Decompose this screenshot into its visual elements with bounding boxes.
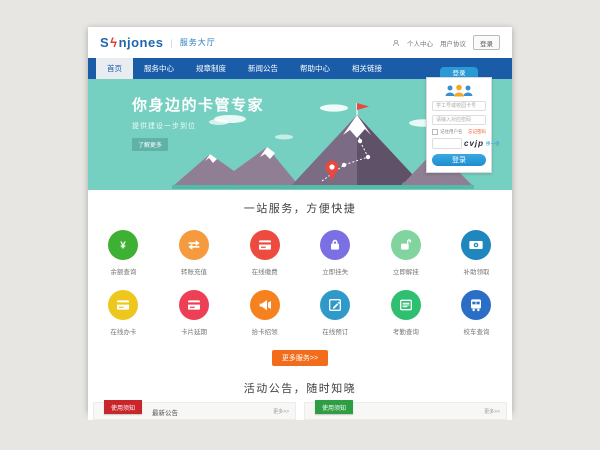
user-agreement-link[interactable]: 用户协议	[440, 38, 466, 48]
nav-item[interactable]: 规章制度	[185, 58, 237, 79]
personal-center-link[interactable]: 个人中心	[407, 38, 433, 48]
banknote-icon	[461, 230, 491, 260]
service-label: 卡片延期	[159, 326, 230, 336]
service-label: 转账充值	[159, 266, 230, 276]
service-item[interactable]: 卡片延期	[159, 282, 230, 342]
service-label: 在线预订	[300, 326, 371, 336]
forgot-password-link[interactable]: 忘记密码	[468, 129, 486, 135]
usage-notice-tab[interactable]: 使用须知	[315, 400, 353, 414]
nav-item[interactable]: 首页	[96, 58, 133, 79]
service-item[interactable]: 补助领取	[441, 222, 512, 282]
service-item[interactable]: 转账充值	[159, 222, 230, 282]
user-icon	[392, 39, 400, 47]
users-group-icon	[443, 84, 475, 97]
services-section: 一站服务，方便快捷 ¥ 余额查询转账充值在线缴费立即挂失立即解挂补助领取在线办卡卡…	[88, 190, 512, 366]
service-item[interactable]: 立即解挂	[371, 222, 442, 282]
page-container: Sϟnjones | 服务大厅 个人中心 用户协议 登录 首页服务中心规章制度新…	[88, 27, 512, 413]
more-services-button[interactable]: 更多服务>>	[272, 350, 328, 366]
service-item[interactable]: 拾卡招领	[229, 282, 300, 342]
synjones-logo: Sϟnjones	[100, 35, 163, 50]
announcement-column-right: 使用须知 更多>>	[304, 402, 507, 420]
hero-more-button[interactable]: 了解更多	[132, 138, 168, 151]
lightning-bolt-icon: ϟ	[110, 35, 117, 50]
services-title: 一站服务，方便快捷	[88, 200, 512, 216]
nav-item[interactable]: 服务中心	[133, 58, 185, 79]
service-item[interactable]: ¥ 余额查询	[88, 222, 159, 282]
logo-text: S	[100, 35, 109, 50]
nav-item[interactable]: 相关链接	[341, 58, 393, 79]
nav-item[interactable]: 帮助中心	[289, 58, 341, 79]
service-label: 在线办卡	[88, 326, 159, 336]
captcha-refresh-link[interactable]: 换一张	[486, 141, 500, 147]
login-submit-button[interactable]: 登录	[432, 154, 486, 166]
username-input[interactable]	[432, 101, 486, 111]
service-label: 补助领取	[441, 266, 512, 276]
captcha-image: cvjp	[464, 139, 484, 148]
service-item[interactable]: 考勤查询	[371, 282, 442, 342]
announcements-bar: 使用须知 最新公告 更多>> 使用须知 更多>>	[93, 402, 507, 420]
nav-item[interactable]: 新闻公告	[237, 58, 289, 79]
login-tab[interactable]: 登录	[440, 67, 478, 77]
logo-text: njones	[119, 35, 164, 50]
remember-row: 记住用户名 忘记密码	[432, 129, 486, 135]
service-label: 在线缴费	[229, 266, 300, 276]
service-item[interactable]: 在线办卡	[88, 282, 159, 342]
remember-checkbox[interactable]	[432, 129, 438, 135]
remember-label: 记住用户名	[440, 129, 463, 135]
service-label: 立即解挂	[371, 266, 442, 276]
service-label: 立即挂失	[300, 266, 371, 276]
service-label: 拾卡招领	[229, 326, 300, 336]
yuan-icon: ¥	[108, 230, 138, 260]
captcha-row: cvjp 换一张	[432, 138, 486, 149]
transfer-icon	[179, 230, 209, 260]
header-right: 个人中心 用户协议 登录	[392, 35, 500, 50]
list-icon	[391, 290, 421, 320]
header-divider: |	[170, 38, 172, 48]
card-icon	[108, 290, 138, 320]
usage-notice-tab[interactable]: 使用须知	[104, 400, 142, 414]
header-login-button[interactable]: 登录	[473, 35, 500, 50]
service-item[interactable]: 在线缴费	[229, 222, 300, 282]
more-link[interactable]: 更多>>	[484, 408, 500, 415]
service-label: 考勤查询	[371, 326, 442, 336]
header: Sϟnjones | 服务大厅 个人中心 用户协议 登录	[88, 27, 512, 58]
lock-icon	[320, 230, 350, 260]
svg-text:¥: ¥	[121, 241, 127, 252]
unlock-icon	[391, 230, 421, 260]
hero-title: 你身边的卡管专家	[132, 94, 264, 115]
megaphone-icon	[250, 290, 280, 320]
service-item[interactable]: 立即挂失	[300, 222, 371, 282]
login-panel: 登录 记住用户名 忘记密码 cvjp 换一张 登录	[426, 67, 492, 173]
service-label: 校车查询	[441, 326, 512, 336]
hero-text: 你身边的卡管专家 提供建设一步到位 了解更多	[132, 94, 264, 152]
service-label: 余额查询	[88, 266, 159, 276]
announcements-section: 活动公告，随时知晓 使用须知 最新公告 更多>> 使用须知 更多>>	[88, 380, 512, 420]
services-grid: ¥ 余额查询转账充值在线缴费立即挂失立即解挂补助领取在线办卡卡片延期拾卡招领在线预…	[88, 222, 512, 342]
site-name: 服务大厅	[180, 37, 216, 48]
card-icon	[179, 290, 209, 320]
bus-icon	[461, 290, 491, 320]
login-form: 记住用户名 忘记密码 cvjp 换一张 登录	[426, 77, 492, 173]
more-link[interactable]: 更多>>	[273, 408, 289, 415]
hero-subtitle: 提供建设一步到位	[132, 121, 264, 131]
captcha-input[interactable]	[432, 138, 462, 149]
service-item[interactable]: 校车查询	[441, 282, 512, 342]
service-item[interactable]: 在线预订	[300, 282, 371, 342]
password-input[interactable]	[432, 115, 486, 125]
latest-announcements-tab[interactable]: 最新公告	[152, 407, 178, 417]
announcement-column-left: 使用须知 最新公告 更多>>	[93, 402, 296, 420]
announcements-title: 活动公告，随时知晓	[88, 380, 512, 396]
edit-icon	[320, 290, 350, 320]
card-icon	[250, 230, 280, 260]
